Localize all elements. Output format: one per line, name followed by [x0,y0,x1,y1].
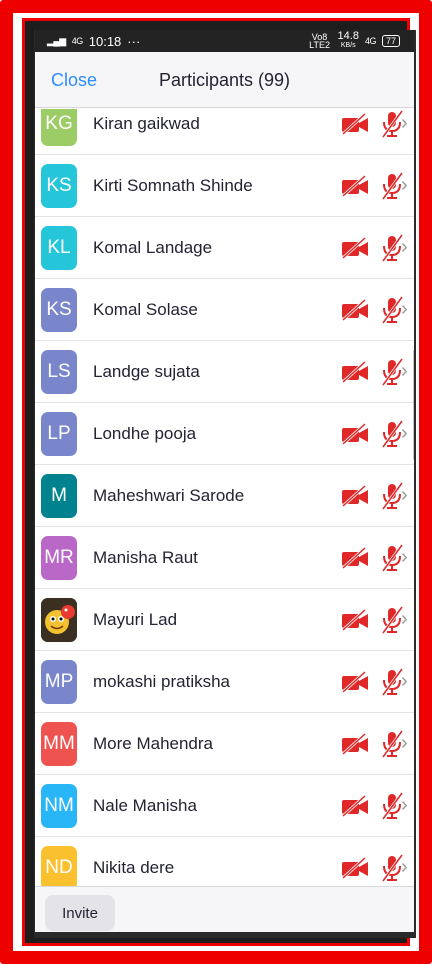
avatar: LS [41,349,77,394]
chevron-right-icon: › [401,360,408,382]
participant-name: Kirti Somnath Shinde [93,175,253,195]
chevron-right-icon: › [401,732,408,754]
footer-bar: Invite [35,886,414,932]
participant-name: Komal Solase [93,299,198,319]
video-off-icon [341,484,369,507]
participant-row[interactable]: KG Kiran gaikwad › [35,109,414,155]
status-time: 10:18 [88,33,122,49]
video-off-icon [341,732,369,755]
avatar: KS [41,287,77,332]
avatar: MP [41,659,77,704]
chevron-right-icon: › [401,174,408,196]
avatar: MM [41,721,77,766]
participant-name: Nikita dere [93,857,175,877]
close-button[interactable]: Close [51,70,97,91]
chevron-right-icon: › [401,298,408,320]
chevron-right-icon: › [401,236,408,258]
participant-row[interactable]: Mayuri Lad › [35,589,414,651]
battery-icon: 77 [381,35,400,47]
avatar: LP [41,411,77,456]
scrollbar[interactable] [413,350,414,460]
speed-unit: KB/s [340,42,356,49]
participant-list[interactable]: KG Kiran gaikwad › KS Kirti Somnath Shinde › K… [35,109,414,886]
participant-row[interactable]: LS Landge sujata › [35,341,414,403]
participant-name: More Mahendra [93,733,214,753]
chevron-right-icon: › [401,794,408,816]
chevron-right-icon: › [401,670,408,692]
video-off-icon [341,856,369,879]
participant-row[interactable]: MR Manisha Raut › [35,527,414,589]
chevron-right-icon: › [401,422,408,444]
avatar: MR [41,535,77,580]
participant-name: Mayuri Lad [93,609,178,629]
video-off-icon [341,794,369,817]
network-4g-label: 4G [364,35,377,46]
participants-header: Close Participants (99) [35,52,414,108]
participant-name: Nale Manisha [93,795,197,815]
avatar: KG [41,109,77,146]
video-off-icon [341,422,369,445]
participant-row[interactable]: LP Londhe pooja › [35,403,414,465]
avatar-photo [41,597,77,642]
volte-label: Vo8 LTE2 [309,32,330,50]
participant-row[interactable]: MP mokashi pratiksha › [35,651,414,713]
invite-button[interactable]: Invite [45,895,115,931]
participant-name: Maheshwari Sarode [93,485,245,505]
participant-name: Kiran gaikwad [93,113,200,133]
video-off-icon [341,546,369,569]
participant-name: mokashi pratiksha [93,671,231,691]
video-off-icon [341,360,369,383]
chevron-right-icon: › [401,484,408,506]
chevron-right-icon: › [401,546,408,568]
participant-row[interactable]: KS Komal Solase › [35,279,414,341]
signal-icon: ▂▄▆ [47,35,66,46]
video-off-icon [341,670,369,693]
participant-row[interactable]: ND Nikita dere › [35,837,414,886]
participant-row[interactable]: KS Kirti Somnath Shinde › [35,155,414,217]
status-bar: ▂▄▆ 4G 10:18 ··· Vo8 LTE2 14.8 KB/s 4G 7… [35,30,414,52]
avatar: M [41,473,77,518]
signal-4g-label: 4G [71,35,84,46]
participant-name: Komal Landage [93,237,213,257]
video-off-icon [341,236,369,259]
avatar: ND [41,845,77,886]
cartoon-avatar-icon [41,597,77,642]
speed-value: 14.8 [337,30,359,42]
chevron-right-icon: › [401,856,408,878]
page-title: Participants (99) [159,70,291,90]
video-off-icon [341,298,369,321]
video-off-icon [341,174,369,197]
speed-indicator: 14.8 KB/s [337,30,359,50]
avatar: NM [41,783,77,828]
participant-name: Landge sujata [93,361,200,381]
participant-row[interactable]: NM Nale Manisha › [35,775,414,837]
video-off-icon [341,112,369,135]
chevron-right-icon: › [401,112,408,134]
avatar: KL [41,225,77,270]
participant-row[interactable]: M Maheshwari Sarode › [35,465,414,527]
chevron-right-icon: › [401,608,408,630]
participant-name: Manisha Raut [93,547,198,567]
phone-screen: ▂▄▆ 4G 10:18 ··· Vo8 LTE2 14.8 KB/s 4G 7… [34,30,416,938]
participant-row[interactable]: KL Komal Landage › [35,217,414,279]
participant-name: Londhe pooja [93,423,197,443]
participant-row[interactable]: MM More Mahendra › [35,713,414,775]
avatar: KS [41,163,77,208]
video-off-icon [341,608,369,631]
status-dots: ··· [127,33,141,49]
